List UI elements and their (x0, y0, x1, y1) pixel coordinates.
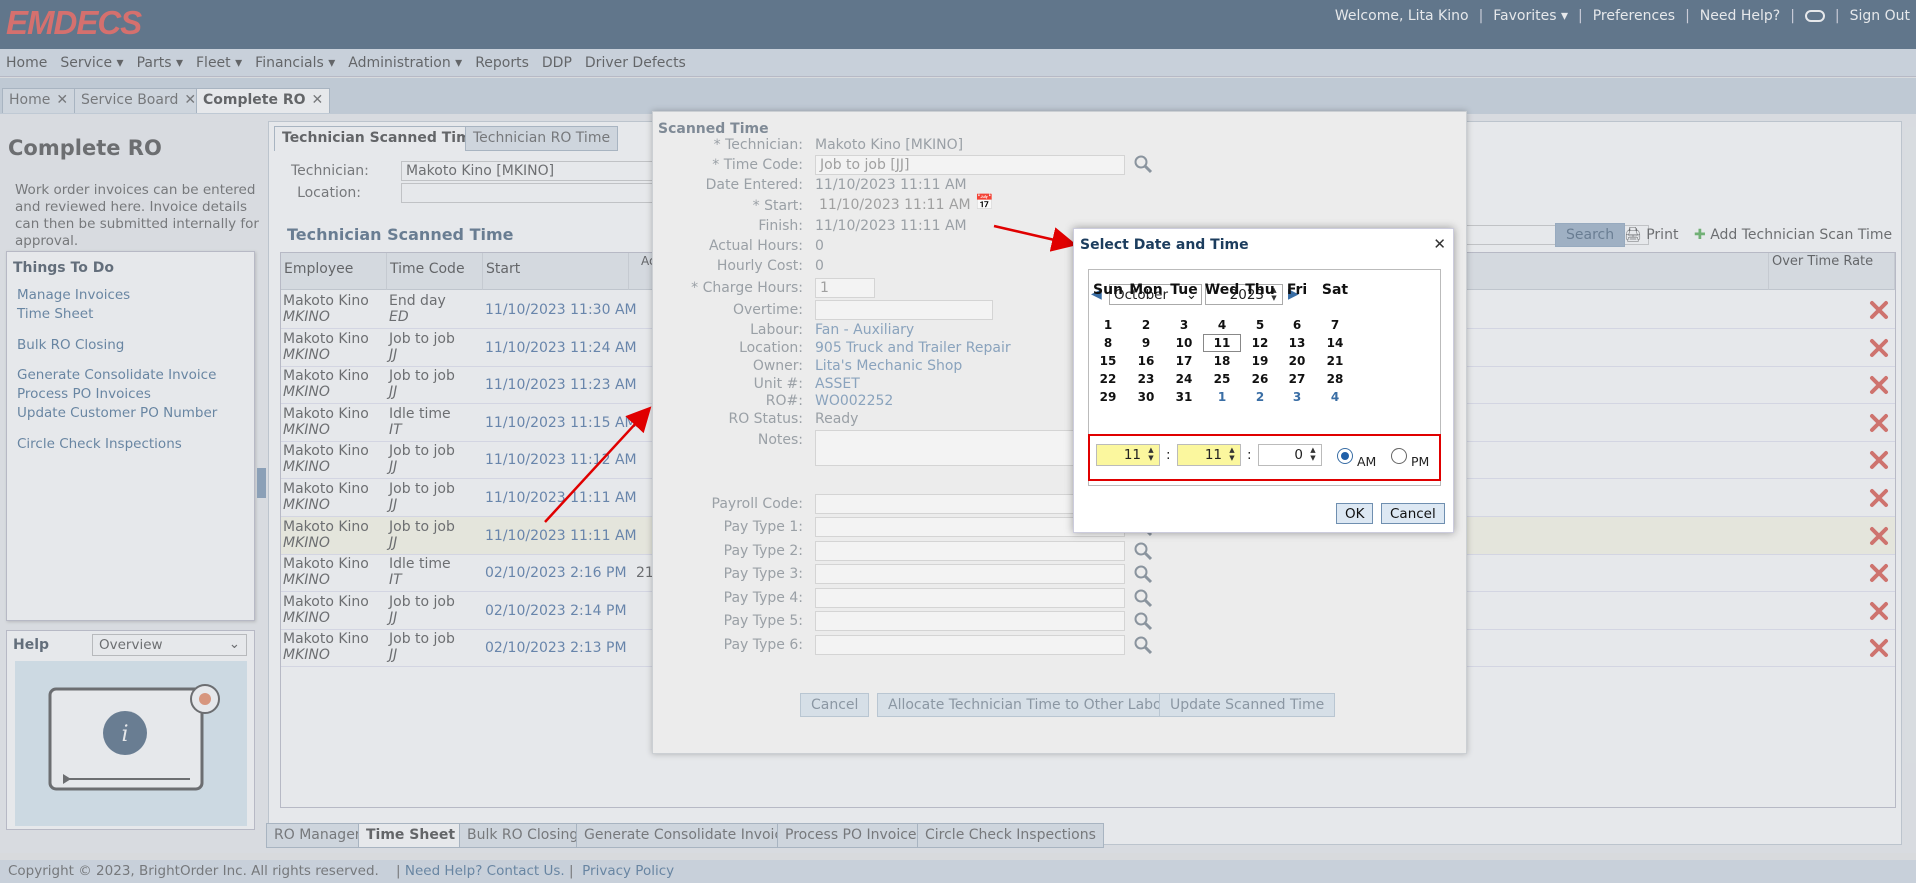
calendar-day[interactable]: 14 (1317, 336, 1353, 350)
picker-title: Select Date and Time (1080, 237, 1249, 253)
calendar-day[interactable]: 15 (1090, 354, 1126, 368)
annotation-arrows (544, 224, 1077, 523)
calendar-day[interactable]: 8 (1090, 336, 1126, 350)
calendar-day[interactable]: 18 (1204, 354, 1240, 368)
picker-ok-button[interactable]: OK (1336, 503, 1374, 524)
calendar-day[interactable]: 30 (1128, 390, 1164, 404)
picker-cancel-button[interactable]: Cancel (1381, 503, 1445, 524)
weekday-header: Mon (1129, 282, 1163, 298)
calendar-day[interactable]: 24 (1166, 372, 1202, 386)
weekday-header: Thu (1245, 282, 1275, 298)
calendar-day[interactable]: 10 (1166, 336, 1202, 350)
calendar-day[interactable]: 16 (1128, 354, 1164, 368)
calendar-day[interactable]: 26 (1242, 372, 1278, 386)
calendar-day[interactable]: 4 (1204, 318, 1240, 332)
calendar-day[interactable]: 6 (1279, 318, 1315, 332)
date-time-picker: Select Date and Time ✕ ◀ October ⌄ 2023 ▲ ▼… (1073, 228, 1454, 533)
calendar-day[interactable]: 25 (1204, 372, 1240, 386)
close-icon[interactable]: ✕ (1433, 235, 1446, 253)
calendar-day[interactable]: 4 (1317, 390, 1353, 404)
hour-spinner[interactable]: 11 ▲ ▼ (1096, 444, 1160, 466)
weekday-header: Wed (1204, 282, 1240, 298)
weekday-header: Sat (1321, 282, 1349, 298)
calendar-day[interactable]: 17 (1166, 354, 1202, 368)
time-separator: : (1166, 447, 1171, 463)
pm-label: PM (1411, 454, 1430, 469)
calendar-day[interactable]: 5 (1242, 318, 1278, 332)
pm-radio[interactable] (1391, 448, 1407, 464)
calendar-day[interactable]: 20 (1279, 354, 1315, 368)
weekday-header: Fri (1286, 282, 1308, 298)
calendar-day[interactable]: 31 (1166, 390, 1202, 404)
calendar-day[interactable]: 23 (1128, 372, 1164, 386)
calendar-day[interactable]: 11 (1203, 334, 1241, 352)
time-separator: : (1247, 447, 1252, 463)
calendar-day[interactable]: 1 (1204, 390, 1240, 404)
calendar-day[interactable]: 7 (1317, 318, 1353, 332)
calendar-day[interactable]: 28 (1317, 372, 1353, 386)
calendar-day[interactable]: 21 (1317, 354, 1353, 368)
calendar-day[interactable]: 3 (1279, 390, 1315, 404)
minute-spinner[interactable]: 11 ▲ ▼ (1177, 444, 1241, 466)
second-spinner[interactable]: 0 ▲ ▼ (1258, 444, 1322, 466)
calendar-day[interactable]: 13 (1279, 336, 1315, 350)
calendar-day[interactable]: 29 (1090, 390, 1126, 404)
calendar-day[interactable]: 1 (1090, 318, 1126, 332)
calendar-day[interactable]: 3 (1166, 318, 1202, 332)
am-radio[interactable] (1337, 448, 1353, 464)
calendar-day[interactable]: 12 (1242, 336, 1278, 350)
weekday-header: Sun (1092, 282, 1124, 298)
calendar-day[interactable]: 27 (1279, 372, 1315, 386)
am-label: AM (1357, 454, 1377, 469)
calendar-day[interactable]: 2 (1128, 318, 1164, 332)
calendar-day[interactable]: 19 (1242, 354, 1278, 368)
calendar-day[interactable]: 2 (1242, 390, 1278, 404)
calendar-day[interactable]: 9 (1128, 336, 1164, 350)
calendar-day[interactable]: 22 (1090, 372, 1126, 386)
weekday-header: Tue (1170, 282, 1198, 298)
